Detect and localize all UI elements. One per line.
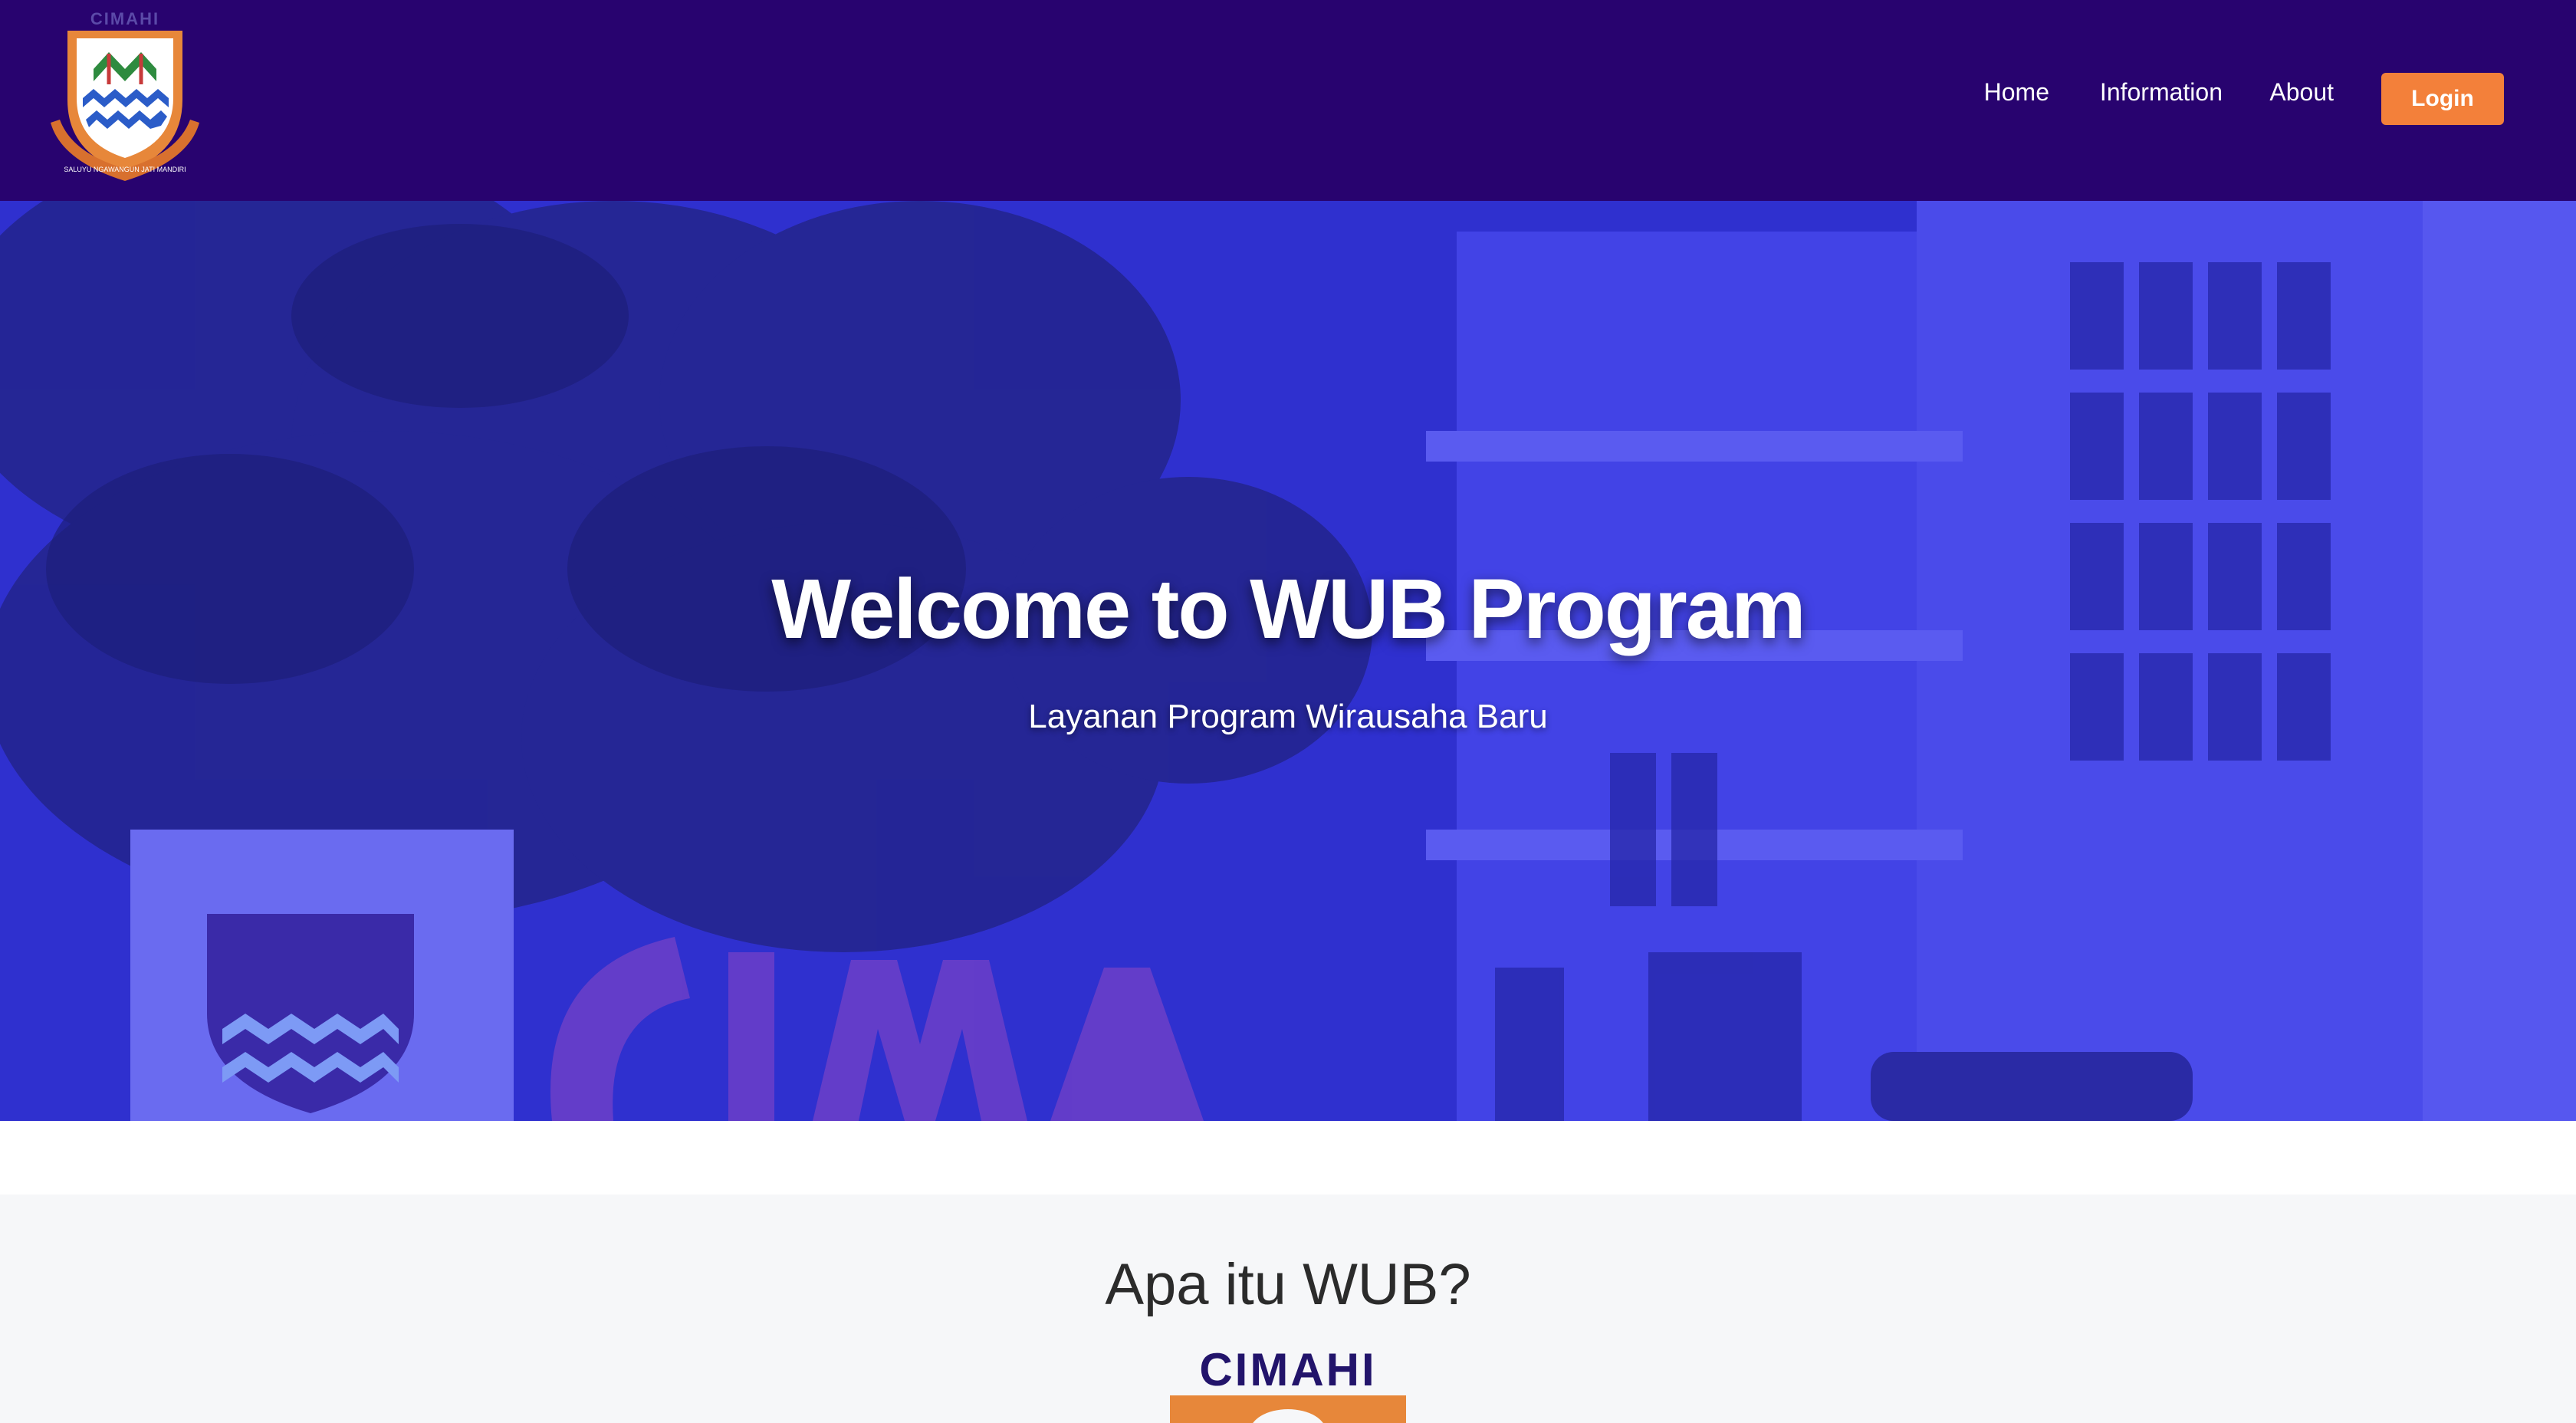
hero-subtitle: Layanan Program Wirausaha Baru bbox=[1028, 698, 1548, 735]
login-button[interactable]: Login bbox=[2381, 73, 2504, 125]
nav-home-link[interactable]: Home bbox=[1984, 73, 2049, 111]
about-heading: Apa itu WUB? bbox=[1105, 1252, 1471, 1317]
logo-top-text: CIMAHI bbox=[90, 9, 159, 28]
nav-about-link[interactable]: About bbox=[2269, 73, 2334, 111]
hero-banner: Welcome to WUB Program Layanan Program W… bbox=[0, 201, 2576, 1121]
hero-title: Welcome to WUB Program bbox=[771, 562, 1806, 656]
cimahi-shield-graphic bbox=[1170, 1395, 1406, 1423]
cimahi-logo-emblem[interactable]: CIMAHI SALUYU NGAWANGUN JATI MANDIRI bbox=[46, 8, 204, 189]
logo-ribbon-text: SALUYU NGAWANGUN JATI MANDIRI bbox=[64, 166, 186, 173]
logo-emblem-graphic: CIMAHI SALUYU NGAWANGUN JATI MANDIRI bbox=[51, 9, 199, 181]
section-spacer bbox=[0, 1121, 2576, 1195]
navbar: CIMAHI SALUYU NGAWANGUN JATI MANDIRI Hom… bbox=[0, 0, 2576, 201]
cimahi-logo: CIMAHI bbox=[1165, 1346, 1411, 1423]
hero-background-photo bbox=[0, 201, 2576, 1121]
about-wub-section: Apa itu WUB? CIMAHI bbox=[0, 1195, 2576, 1423]
cimahi-logo-text: CIMAHI bbox=[1199, 1346, 1377, 1395]
nav-information-link[interactable]: Information bbox=[2100, 73, 2223, 111]
